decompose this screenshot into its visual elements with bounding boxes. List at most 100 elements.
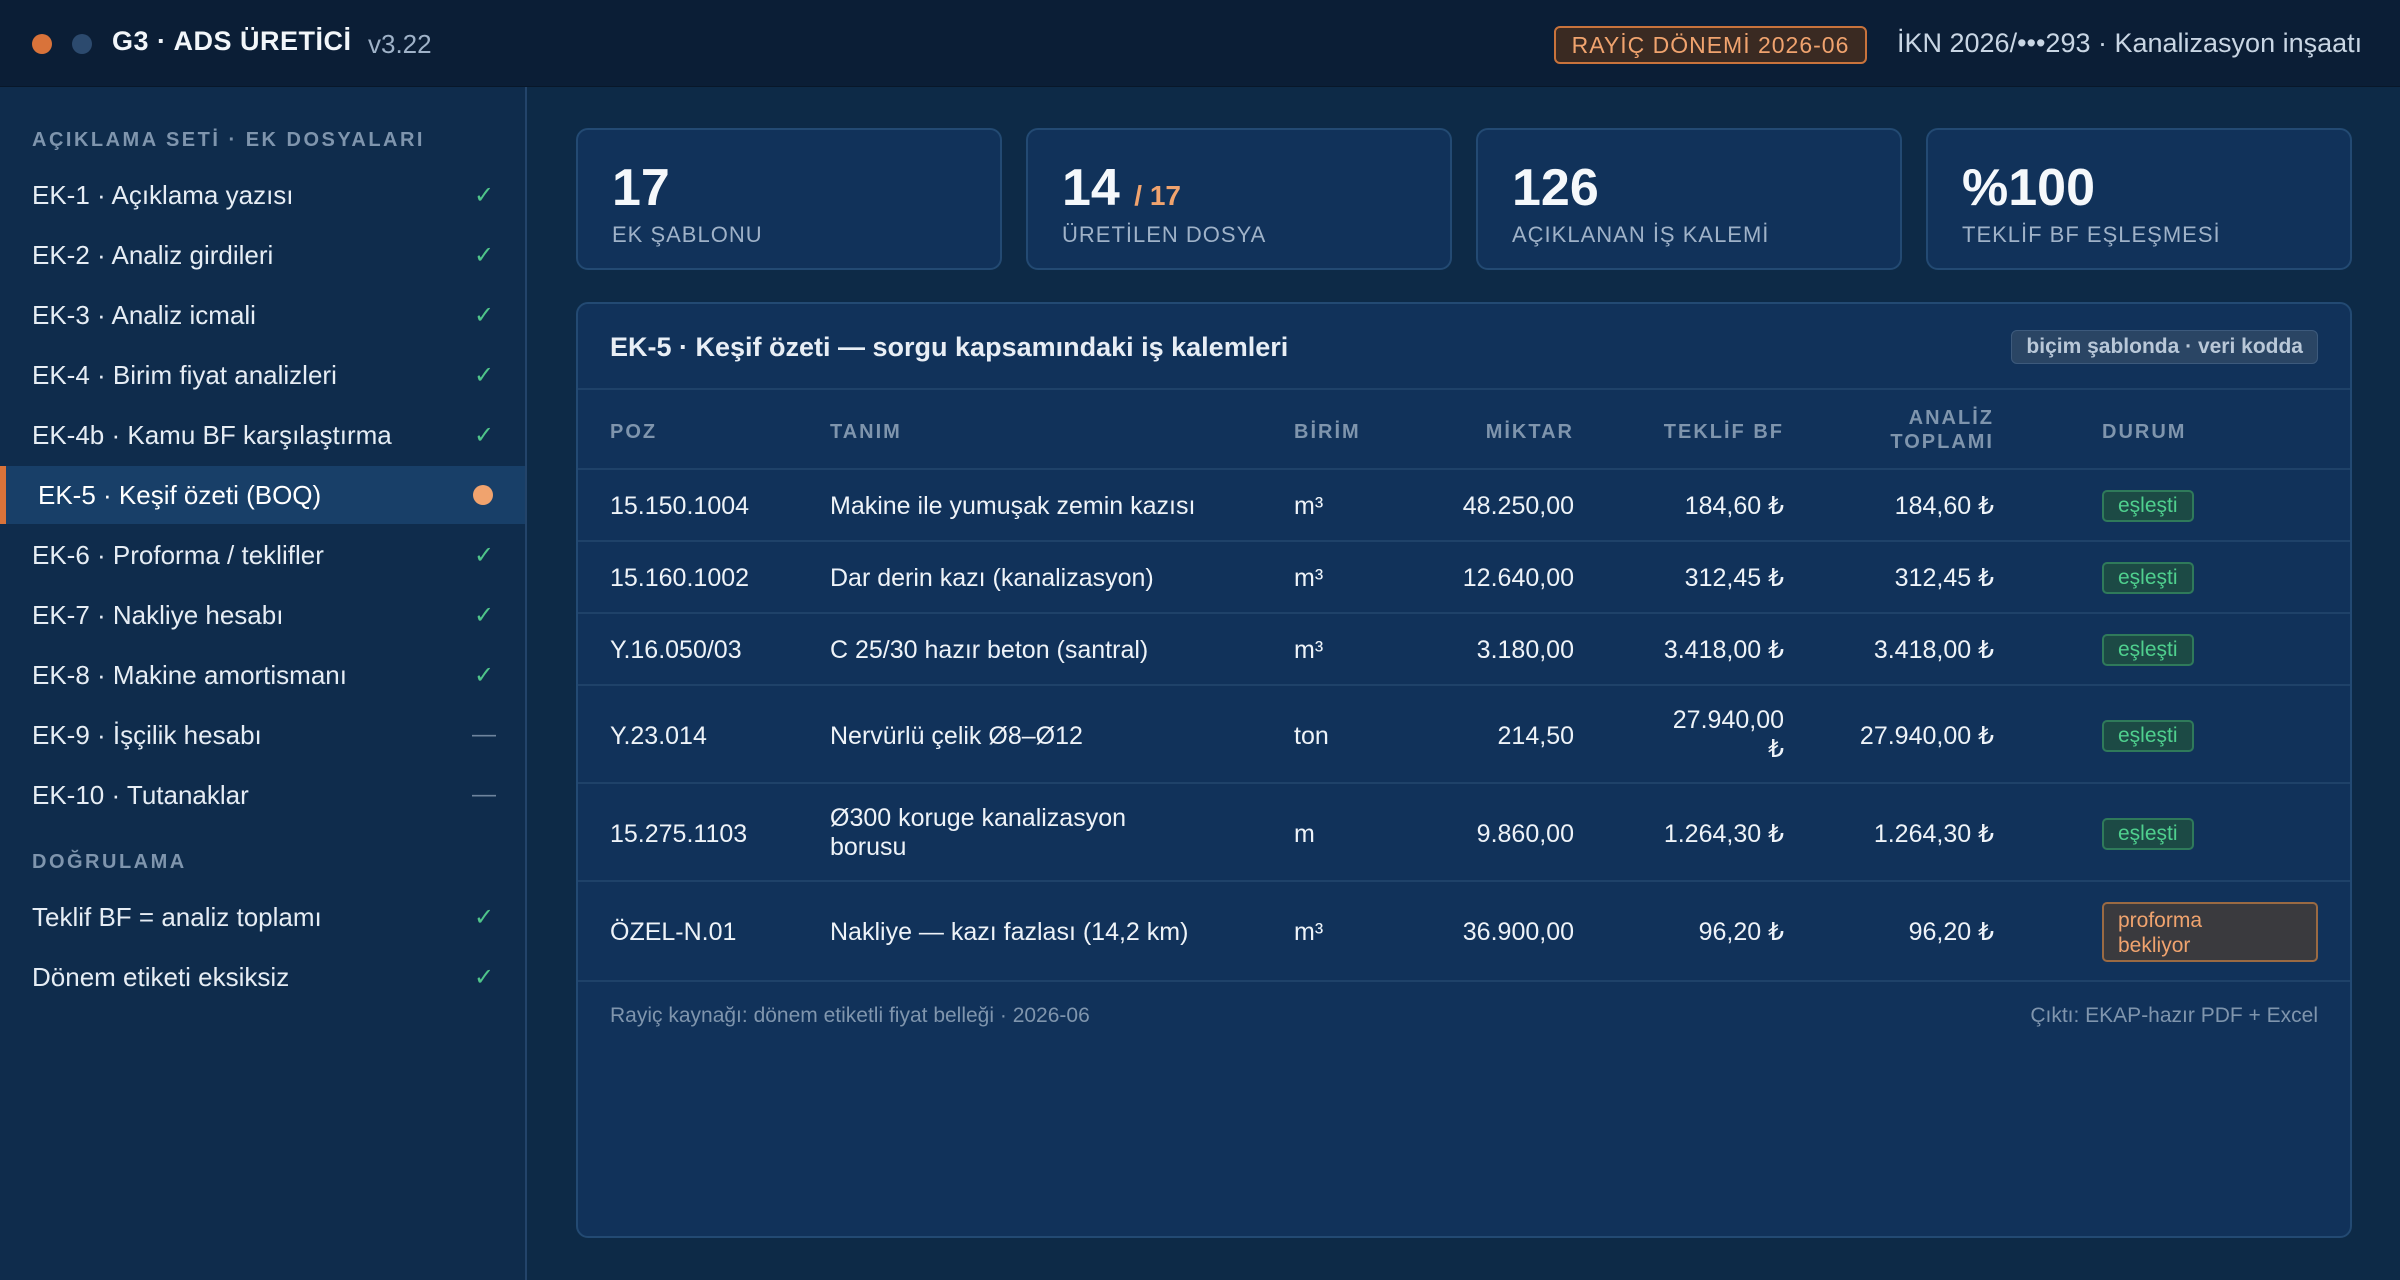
status-badge-matched: eşleşti	[2102, 720, 2194, 752]
stat-caption: TEKLİF BF EŞLEŞMESİ	[1962, 222, 2221, 247]
sidebar-item-label: EK-7 · Nakliye hesabı	[32, 599, 284, 630]
cell-poz: ÖZEL-N.01	[610, 918, 737, 946]
window-minimize-dot[interactable]	[72, 34, 92, 54]
status-badge-matched: eşleşti	[2102, 562, 2194, 594]
cell-miktar: 36.900,00	[1462, 918, 1574, 946]
check-item-label: Dönem etiketi eksiksiz	[32, 961, 290, 992]
sidebar-item-label: EK-4b · Kamu BF karşılaştırma	[32, 419, 392, 450]
col-header-birim[interactable]: BİRİM	[1294, 420, 1361, 444]
sidebar-item-ek4[interactable]: EK-4 · Birim fiyat analizleri ✓	[0, 346, 525, 404]
status-badge-matched: eşleşti	[2102, 490, 2194, 522]
cell-miktar: 3.180,00	[1476, 636, 1574, 664]
cell-miktar: 48.250,00	[1462, 492, 1574, 520]
cell-tanim: C 25/30 hazır beton (santral)	[830, 636, 1149, 664]
sidebar: AÇIKLAMA SETİ · EK DOSYALARI EK-1 · Açık…	[0, 87, 527, 1280]
sidebar-item-label: EK-4 · Birim fiyat analizleri	[32, 359, 337, 390]
check-item-period-label[interactable]: Dönem etiketi eksiksiz ✓	[0, 948, 525, 1006]
status-badge-matched: eşleşti	[2102, 634, 2194, 666]
sidebar-item-ek2[interactable]: EK-2 · Analiz girdileri ✓	[0, 226, 525, 284]
check-icon: ✓	[473, 903, 495, 931]
stat-caption: EK ŞABLONU	[612, 222, 763, 247]
row-divider	[578, 612, 2350, 614]
cell-analiz: 1.264,30 ₺	[1873, 820, 1994, 848]
cell-tanim: Makine ile yumuşak zemin kazısı	[830, 492, 1196, 520]
cell-analiz: 184,60 ₺	[1894, 492, 1994, 520]
cell-analiz: 27.940,00 ₺	[1859, 722, 1994, 750]
top-bar: G3 · ADS ÜRETİCİ v3.22 RAYİÇ DÖNEMİ 2026…	[0, 0, 2400, 87]
cell-birim: m	[1294, 820, 1315, 848]
sidebar-item-label: EK-9 · İşçilik hesabı	[32, 719, 262, 750]
col-header-teklif[interactable]: TEKLİF BF	[1588, 420, 1784, 444]
col-header-miktar[interactable]: MİKTAR	[1414, 420, 1574, 444]
sidebar-item-ek3[interactable]: EK-3 · Analiz icmali ✓	[0, 286, 525, 344]
cell-birim: m³	[1294, 564, 1324, 592]
cell-teklif-line2: ₺	[1768, 735, 1784, 763]
in-progress-dot-icon	[473, 485, 493, 505]
sidebar-item-ek7[interactable]: EK-7 · Nakliye hesabı ✓	[0, 586, 525, 644]
cell-analiz: 312,45 ₺	[1894, 564, 1994, 592]
cell-teklif: 312,45 ₺	[1684, 564, 1784, 592]
check-icon: ✓	[473, 963, 495, 991]
cell-teklif: 3.418,00 ₺	[1663, 636, 1784, 664]
row-divider	[578, 684, 2350, 686]
sidebar-item-label: EK-5 · Keşif özeti (BOQ)	[38, 479, 322, 510]
dash-icon: —	[472, 781, 496, 808]
active-indicator	[0, 466, 6, 524]
check-item-bf-match[interactable]: Teklif BF = analiz toplamı ✓	[0, 888, 525, 946]
cell-tanim: Dar derin kazı (kanalizasyon)	[830, 564, 1154, 592]
sidebar-item-ek4b[interactable]: EK-4b · Kamu BF karşılaştırma ✓	[0, 406, 525, 464]
check-icon: ✓	[473, 181, 495, 209]
stat-total: / 17	[1134, 180, 1181, 211]
footer-source: Rayiç kaynağı: dönem etiketli fiyat bell…	[610, 1004, 1090, 1027]
window-close-dot[interactable]	[32, 34, 52, 54]
col-header-poz[interactable]: POZ	[610, 420, 657, 444]
stat-card-items: 126 AÇIKLANAN İŞ KALEMİ	[1476, 128, 1902, 270]
sidebar-item-ek1[interactable]: EK-1 · Açıklama yazısı ✓	[0, 166, 525, 224]
cell-poz: 15.275.1103	[610, 820, 748, 848]
stat-card-templates: 17 EK ŞABLONU	[576, 128, 1002, 270]
stat-value: 17	[612, 159, 670, 217]
cell-teklif-line1: 27.940,00	[1672, 706, 1784, 734]
stat-caption: ÜRETİLEN DOSYA	[1062, 222, 1267, 247]
col-header-tanim[interactable]: TANIM	[830, 420, 902, 444]
status-line1: proforma	[2118, 909, 2203, 932]
check-icon: ✓	[473, 601, 495, 629]
check-icon: ✓	[473, 661, 495, 689]
cell-miktar: 9.860,00	[1476, 820, 1574, 848]
divider	[578, 468, 2350, 470]
sidebar-section-files: AÇIKLAMA SETİ · EK DOSYALARI	[32, 129, 425, 151]
cell-tanim: Ø300 koruge kanalizasyon borusu	[830, 804, 1126, 862]
sidebar-item-label: EK-10 · Tutanaklar	[32, 779, 249, 810]
footer-output: Çıktı: EKAP-hazır PDF + Excel	[2030, 1004, 2318, 1027]
boq-panel: EK-5 · Keşif özeti — sorgu kapsamındaki …	[576, 302, 2352, 1238]
cell-tanim: Nervürlü çelik Ø8–Ø12	[830, 722, 1083, 750]
row-divider	[578, 540, 2350, 542]
sidebar-item-ek9[interactable]: EK-9 · İşçilik hesabı —	[0, 706, 525, 764]
check-icon: ✓	[473, 361, 495, 389]
project-label: İKN 2026/•••293 · Kanalizasyon inşaatı	[1897, 28, 2363, 58]
stat-card-match: %100 TEKLİF BF EŞLEŞMESİ	[1926, 128, 2352, 270]
col-header-analiz-line1: ANALİZ	[1908, 407, 1994, 429]
col-header-analiz[interactable]: ANALİZ TOPLAMI	[1794, 406, 1994, 454]
check-icon: ✓	[473, 541, 495, 569]
cell-birim: m³	[1294, 918, 1324, 946]
sidebar-item-ek10[interactable]: EK-10 · Tutanaklar —	[0, 766, 525, 824]
cell-teklif: 96,20 ₺	[1698, 918, 1784, 946]
stat-value: 14 / 17	[1062, 159, 1181, 217]
sidebar-item-label: EK-1 · Açıklama yazısı	[32, 179, 294, 210]
sidebar-item-label: EK-6 · Proforma / teklifler	[32, 539, 324, 570]
cell-tanim-line1: Ø300 koruge kanalizasyon	[830, 804, 1127, 832]
app-version: v3.22	[368, 29, 432, 59]
cell-birim: m³	[1294, 636, 1324, 664]
cell-teklif: 27.940,00 ₺	[1588, 706, 1784, 764]
sidebar-item-ek8[interactable]: EK-8 · Makine amortismanı ✓	[0, 646, 525, 704]
check-item-label: Teklif BF = analiz toplamı	[32, 901, 322, 932]
sidebar-item-ek6[interactable]: EK-6 · Proforma / teklifler ✓	[0, 526, 525, 584]
sidebar-item-label: EK-8 · Makine amortismanı	[32, 659, 347, 690]
status-line2: bekliyor	[2118, 934, 2191, 957]
sidebar-item-ek5[interactable]: EK-5 · Keşif özeti (BOQ)	[0, 466, 525, 524]
cell-poz: 15.150.1004	[610, 492, 750, 520]
stat-caption: AÇIKLANAN İŞ KALEMİ	[1512, 222, 1770, 247]
col-header-durum[interactable]: DURUM	[2102, 420, 2186, 444]
check-icon: ✓	[473, 301, 495, 329]
